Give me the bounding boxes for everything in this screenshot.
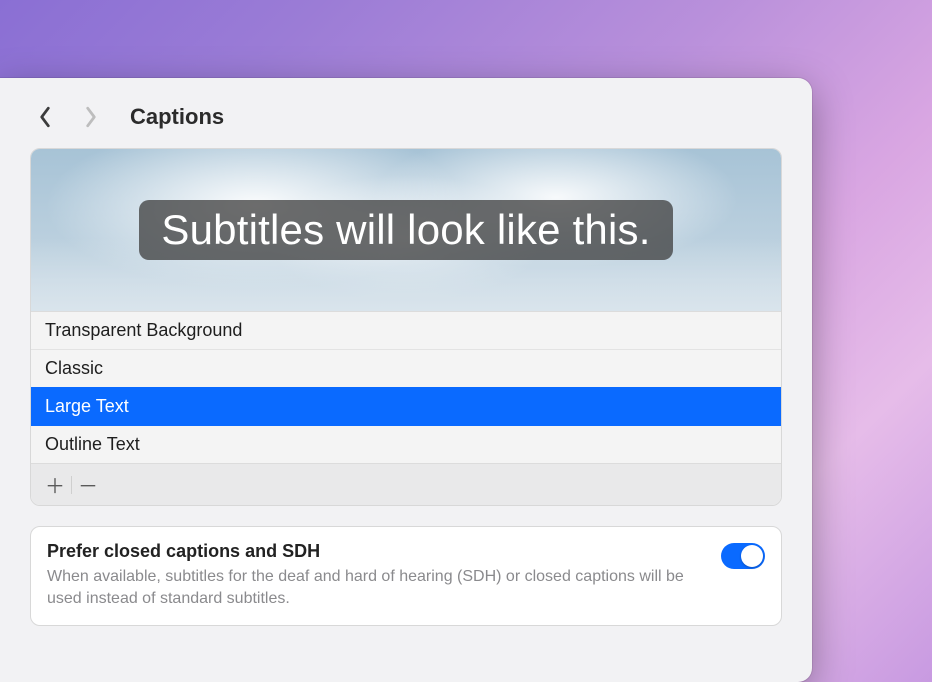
page-title: Captions <box>130 104 224 130</box>
remove-style-button[interactable]: － <box>72 471 104 499</box>
style-row-label: Outline Text <box>45 434 140 455</box>
back-button[interactable] <box>36 106 54 128</box>
plus-icon: ＋ <box>45 470 65 499</box>
style-row-transparent-background[interactable]: Transparent Background <box>31 311 781 349</box>
style-row-label: Large Text <box>45 396 129 417</box>
add-style-button[interactable]: ＋ <box>39 471 71 499</box>
titlebar: Captions <box>30 94 782 148</box>
style-row-label: Transparent Background <box>45 320 242 341</box>
caption-style-list: Transparent Background Classic Large Tex… <box>31 311 781 463</box>
nav-arrows <box>36 106 100 128</box>
style-row-large-text[interactable]: Large Text <box>31 387 781 425</box>
style-row-label: Classic <box>45 358 103 379</box>
pref-description: When available, subtitles for the deaf a… <box>47 566 705 609</box>
forward-button[interactable] <box>82 106 100 128</box>
chevron-left-icon <box>36 106 54 128</box>
captions-settings-window: Captions Subtitles will look like this. … <box>0 78 812 682</box>
style-row-outline-text[interactable]: Outline Text <box>31 425 781 463</box>
pref-text: Prefer closed captions and SDH When avai… <box>47 541 705 609</box>
subtitle-sample-text: Subtitles will look like this. <box>139 200 672 260</box>
prefer-closed-captions-toggle[interactable] <box>721 543 765 569</box>
prefer-closed-captions-card: Prefer closed captions and SDH When avai… <box>30 526 782 626</box>
desktop-background: Captions Subtitles will look like this. … <box>0 0 932 682</box>
caption-style-card: Subtitles will look like this. Transpare… <box>30 148 782 506</box>
minus-icon: － <box>78 470 98 499</box>
pref-title: Prefer closed captions and SDH <box>47 541 705 562</box>
chevron-right-icon <box>82 106 100 128</box>
caption-preview: Subtitles will look like this. <box>31 149 781 311</box>
toggle-knob <box>741 545 763 567</box>
style-row-classic[interactable]: Classic <box>31 349 781 387</box>
style-list-footer: ＋ － <box>31 463 781 505</box>
